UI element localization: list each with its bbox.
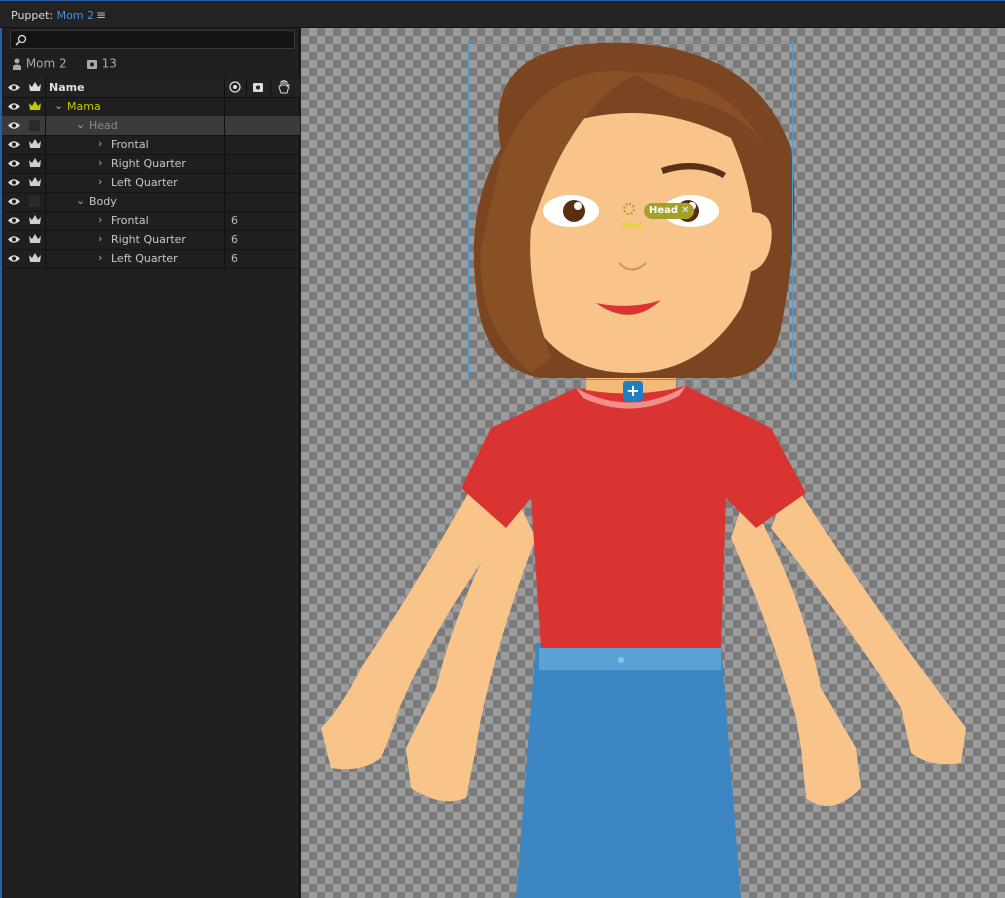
layer-label: Mama bbox=[67, 100, 101, 113]
panel-title: Puppet: Mom 2 bbox=[11, 9, 94, 22]
panel-header: Puppet: Mom 2 ≡ bbox=[0, 0, 1005, 28]
layer-label: Frontal bbox=[111, 138, 149, 151]
chevron-right-icon[interactable]: › bbox=[98, 251, 102, 264]
layer-count: 6 bbox=[231, 214, 238, 227]
layer-label: Left Quarter bbox=[111, 176, 178, 189]
visibility-eye-icon[interactable] bbox=[7, 102, 21, 111]
search-icon bbox=[15, 34, 27, 46]
crown-icon[interactable] bbox=[28, 138, 42, 150]
person-icon bbox=[13, 58, 21, 70]
visibility-eye-icon[interactable] bbox=[7, 254, 21, 263]
layer-count: 13 bbox=[101, 56, 117, 71]
panel-title-prefix: Puppet: bbox=[11, 9, 54, 22]
puppet-name: Mom 2 bbox=[25, 56, 67, 71]
chevron-right-icon[interactable]: › bbox=[98, 175, 102, 188]
crown-icon[interactable] bbox=[28, 252, 42, 264]
visibility-eye-icon[interactable] bbox=[7, 197, 21, 206]
chevron-right-icon[interactable]: › bbox=[98, 232, 102, 245]
hamburger-icon[interactable]: ≡ bbox=[96, 8, 106, 22]
head-handle-sublabel: Head bbox=[622, 221, 643, 229]
layer-label: Left Quarter bbox=[111, 252, 178, 265]
layer-label: Right Quarter bbox=[111, 233, 186, 246]
crown-icon[interactable] bbox=[28, 81, 42, 93]
search-input[interactable] bbox=[10, 30, 295, 49]
crown-icon[interactable] bbox=[28, 176, 42, 188]
layer-row[interactable]: › Frontal 6 bbox=[2, 211, 300, 231]
name-column-header[interactable]: Name bbox=[49, 81, 85, 94]
crown-icon[interactable] bbox=[28, 157, 42, 169]
layer-row[interactable]: › Frontal bbox=[2, 135, 300, 155]
add-handle-button[interactable]: + bbox=[623, 381, 643, 401]
layer-row[interactable]: › Right Quarter 6 bbox=[2, 230, 300, 250]
visibility-eye-icon[interactable] bbox=[7, 216, 21, 225]
layer-row[interactable]: ⌄ Mama bbox=[2, 97, 300, 117]
handle-count-icon[interactable] bbox=[252, 81, 264, 93]
layer-count: 6 bbox=[231, 252, 238, 265]
origin-handle-icon[interactable] bbox=[623, 203, 635, 215]
scene-canvas[interactable]: Head ✕ Head + bbox=[301, 28, 1005, 898]
crown-icon[interactable] bbox=[28, 100, 42, 112]
head-handle-label: Head bbox=[649, 205, 679, 216]
visibility-eye-icon[interactable] bbox=[7, 140, 21, 149]
puppet-panel: Mom 2 13 Name ⌄ Mama ⌄ Head › Frontal › … bbox=[0, 28, 300, 898]
layer-row[interactable]: › Right Quarter bbox=[2, 154, 300, 174]
crown-icon[interactable] bbox=[28, 233, 42, 245]
chevron-right-icon[interactable]: › bbox=[98, 213, 102, 226]
head-handle-tag[interactable]: Head ✕ bbox=[644, 203, 695, 219]
layer-count: 6 bbox=[231, 233, 238, 246]
layer-list-header: Name bbox=[2, 78, 300, 98]
chevron-down-icon[interactable]: ⌄ bbox=[76, 194, 85, 207]
puppet-name-link[interactable]: Mom 2 bbox=[57, 9, 94, 22]
visibility-eye-icon[interactable] bbox=[7, 83, 21, 92]
crown-icon[interactable] bbox=[28, 214, 42, 226]
layer-label: Frontal bbox=[111, 214, 149, 227]
visibility-eye-icon[interactable] bbox=[7, 235, 21, 244]
layer-row[interactable]: ⌄ Head bbox=[2, 116, 300, 136]
visibility-eye-icon[interactable] bbox=[7, 159, 21, 168]
layer-label: Body bbox=[89, 195, 117, 208]
hand-dragger-icon[interactable] bbox=[277, 80, 290, 94]
puppet-info: Mom 2 13 bbox=[12, 56, 117, 71]
crown-placeholder[interactable] bbox=[29, 120, 40, 131]
remove-tag-icon[interactable]: ✕ bbox=[681, 205, 689, 216]
chevron-down-icon[interactable]: ⌄ bbox=[54, 99, 63, 112]
crown-placeholder[interactable] bbox=[29, 196, 40, 207]
visibility-eye-icon[interactable] bbox=[7, 178, 21, 187]
chevron-right-icon[interactable]: › bbox=[98, 156, 102, 169]
layer-row[interactable]: ⌄ Body bbox=[2, 192, 300, 212]
layer-label: Right Quarter bbox=[111, 157, 186, 170]
chevron-down-icon[interactable]: ⌄ bbox=[76, 118, 85, 131]
layer-label: Head bbox=[89, 119, 118, 132]
layer-row[interactable]: › Left Quarter bbox=[2, 173, 300, 193]
layer-row[interactable]: › Left Quarter 6 bbox=[2, 249, 300, 269]
origin-target-icon[interactable] bbox=[229, 81, 241, 93]
layers-count-icon bbox=[86, 59, 97, 69]
visibility-eye-icon[interactable] bbox=[7, 121, 21, 130]
chevron-right-icon[interactable]: › bbox=[98, 137, 102, 150]
